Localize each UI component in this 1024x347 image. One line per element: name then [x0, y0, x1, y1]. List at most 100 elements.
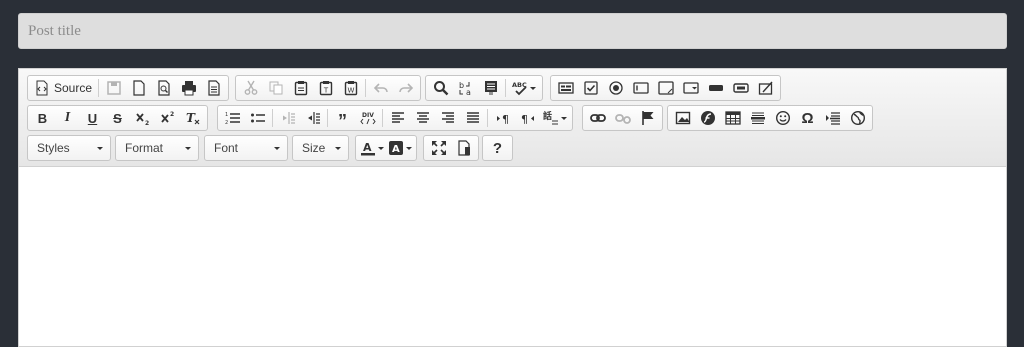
- undo-button[interactable]: [368, 76, 393, 100]
- new-page-button[interactable]: [126, 76, 151, 100]
- bold-button[interactable]: B: [30, 106, 55, 130]
- select-all-button[interactable]: [478, 76, 503, 100]
- superscript-button[interactable]: 2: [155, 106, 180, 130]
- source-label: Source: [54, 81, 93, 95]
- replace-button[interactable]: ba: [453, 76, 478, 100]
- underline-button[interactable]: U: [80, 106, 105, 130]
- page-break-button[interactable]: [820, 106, 845, 130]
- special-char-button[interactable]: Ω: [795, 106, 820, 130]
- create-div-button[interactable]: DIV: [355, 106, 380, 130]
- align-right-icon: [441, 112, 454, 123]
- find-button[interactable]: [428, 76, 453, 100]
- chevron-down-icon: [530, 86, 536, 90]
- table-button[interactable]: [720, 106, 745, 130]
- spell-check-button[interactable]: ABC: [508, 76, 540, 100]
- anchor-button[interactable]: [635, 106, 660, 130]
- rtl-icon: ¶: [521, 113, 534, 126]
- preview-button[interactable]: [151, 76, 176, 100]
- text-field-icon: [632, 82, 649, 94]
- underline-icon: U: [87, 110, 98, 126]
- print-button[interactable]: [176, 76, 201, 100]
- strikethrough-icon: S: [113, 110, 122, 126]
- paste-button[interactable]: [288, 76, 313, 100]
- templates-button[interactable]: [201, 76, 226, 100]
- horizontal-line-button[interactable]: [745, 106, 770, 130]
- remove-format-button[interactable]: T: [180, 106, 205, 130]
- format-dropdown[interactable]: Format: [115, 135, 199, 161]
- subscript-button[interactable]: 2: [130, 106, 155, 130]
- link-button[interactable]: [585, 106, 610, 130]
- format-label: Format: [125, 141, 164, 155]
- align-left-button[interactable]: [385, 106, 410, 130]
- italic-button[interactable]: I: [55, 106, 80, 130]
- text-color-button[interactable]: A: [358, 136, 386, 160]
- justify-button[interactable]: [460, 106, 485, 130]
- hidden-field-button[interactable]: [753, 76, 778, 100]
- bulleted-list-button[interactable]: [245, 106, 270, 130]
- remove-format-icon: T: [186, 111, 199, 125]
- cut-button[interactable]: [238, 76, 263, 100]
- size-dropdown[interactable]: Size: [292, 135, 349, 161]
- checkbox-icon: [583, 81, 598, 95]
- select-button[interactable]: [678, 76, 703, 100]
- textarea-icon: [657, 81, 674, 95]
- separator: [98, 79, 100, 97]
- save-icon: [106, 81, 121, 95]
- align-center-icon: [416, 112, 429, 123]
- svg-text:¶: ¶: [521, 113, 528, 126]
- image-button-button[interactable]: [728, 76, 753, 100]
- iframe-button[interactable]: [845, 106, 870, 130]
- globe-icon: [850, 110, 865, 126]
- svg-text:T: T: [186, 111, 196, 125]
- image-button[interactable]: [670, 106, 695, 130]
- preview-icon: [157, 80, 170, 96]
- smiley-button[interactable]: [770, 106, 795, 130]
- maximize-icon: [431, 141, 446, 155]
- redo-icon: [398, 83, 413, 93]
- text-field-button[interactable]: [628, 76, 653, 100]
- tools-group: [423, 135, 479, 161]
- strike-button[interactable]: S: [105, 106, 130, 130]
- numbered-list-button[interactable]: 12: [220, 106, 245, 130]
- align-center-button[interactable]: [410, 106, 435, 130]
- paste-text-button[interactable]: T: [313, 76, 338, 100]
- decrease-indent-button[interactable]: [275, 106, 300, 130]
- show-blocks-button[interactable]: [451, 136, 476, 160]
- text-direction-ltr-button[interactable]: ¶: [490, 106, 515, 130]
- editor-content-area[interactable]: [19, 167, 1006, 346]
- font-dropdown[interactable]: Font: [204, 135, 288, 161]
- button-button[interactable]: [703, 76, 728, 100]
- redo-button[interactable]: [393, 76, 418, 100]
- copy-button[interactable]: [263, 76, 288, 100]
- background-color-button[interactable]: A: [386, 136, 414, 160]
- paste-from-word-icon: W: [344, 81, 357, 96]
- text-direction-rtl-button[interactable]: ¶: [515, 106, 540, 130]
- source-button[interactable]: Source: [30, 76, 96, 100]
- maximize-button[interactable]: [426, 136, 451, 160]
- paragraph-group: 12 ” DIV ¶ ¶ 話: [217, 105, 573, 131]
- unlink-button[interactable]: [610, 106, 635, 130]
- textarea-button[interactable]: [653, 76, 678, 100]
- styles-dropdown[interactable]: Styles: [27, 135, 111, 161]
- rich-text-editor: Source T W b a ABC B I U S 2 2 T 1 2 ” D…: [18, 68, 1007, 347]
- align-right-button[interactable]: [435, 106, 460, 130]
- language-button[interactable]: 話: [540, 106, 570, 130]
- links-group: [582, 105, 663, 131]
- subscript-icon: 2: [135, 113, 149, 126]
- basic-styles-group: B I U S 2 2 T: [27, 105, 208, 131]
- checkbox-button[interactable]: [578, 76, 603, 100]
- increase-indent-button[interactable]: [300, 106, 325, 130]
- separator: [487, 109, 488, 127]
- flash-button[interactable]: [695, 106, 720, 130]
- save-button[interactable]: [101, 76, 126, 100]
- blockquote-button[interactable]: ”: [330, 106, 355, 130]
- radio-button[interactable]: [603, 76, 628, 100]
- link-icon: [589, 114, 606, 122]
- paste-from-word-button[interactable]: W: [338, 76, 363, 100]
- clipboard-group: T W: [235, 75, 421, 101]
- form-button[interactable]: [553, 76, 578, 100]
- post-title-input[interactable]: [18, 13, 1007, 49]
- templates-icon: [207, 80, 220, 96]
- help-button[interactable]: ?: [485, 136, 510, 160]
- svg-text:2: 2: [225, 120, 228, 126]
